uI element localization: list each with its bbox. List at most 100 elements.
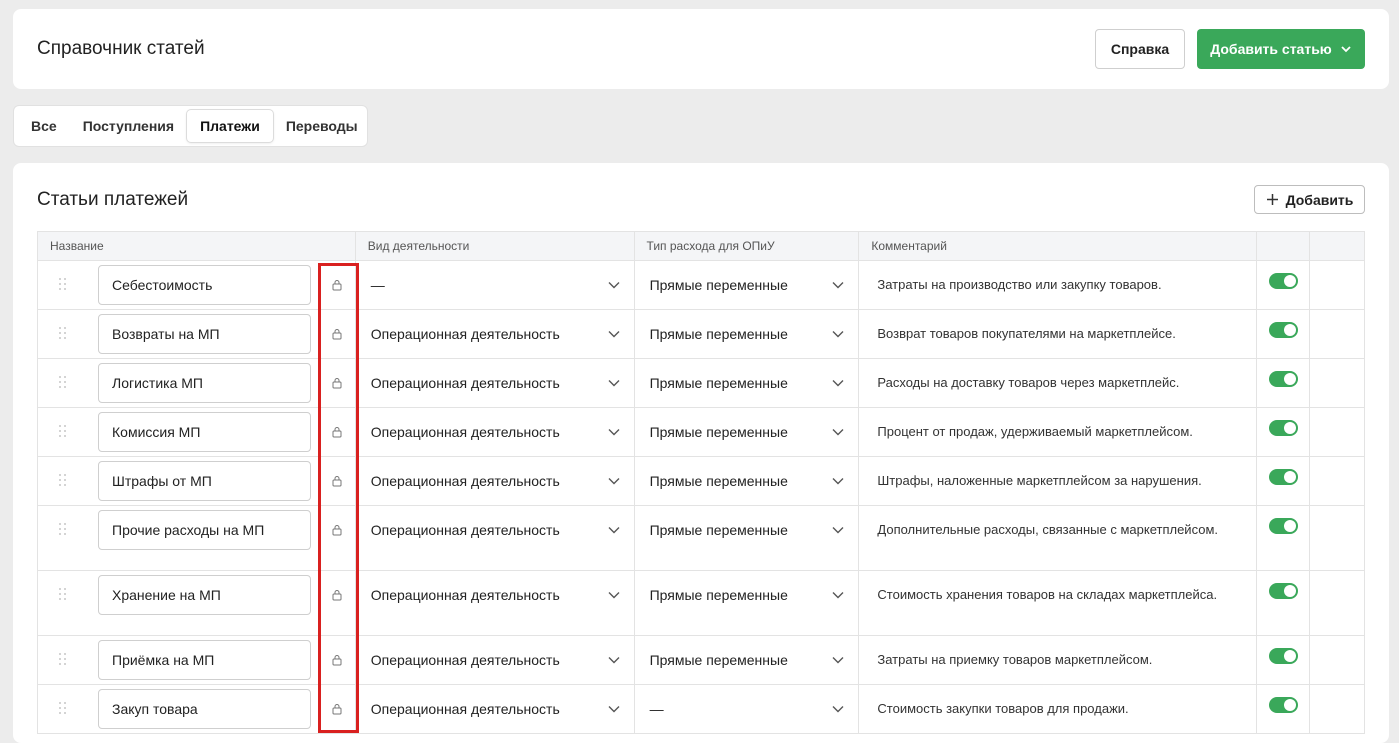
expense-type-value: —: [649, 701, 664, 717]
drag-handle-icon[interactable]: [59, 588, 69, 602]
help-button[interactable]: Справка: [1095, 29, 1185, 69]
expense-type-select[interactable]: —: [635, 685, 859, 733]
expense-type-select[interactable]: Прямые переменные: [635, 408, 859, 456]
activity-select[interactable]: Операционная деятельность: [356, 457, 634, 505]
toggle-cell: [1257, 571, 1311, 635]
name-field[interactable]: Возвраты на МП: [98, 314, 311, 354]
table-header: Название Вид деятельности Тип расхода дл…: [38, 232, 1364, 261]
name-field[interactable]: Себестоимость: [98, 265, 311, 305]
tab-income[interactable]: Поступления: [70, 110, 187, 142]
activity-select[interactable]: Операционная деятельность: [356, 408, 634, 456]
drag-handle-icon[interactable]: [59, 425, 69, 439]
activity-select[interactable]: Операционная деятельность: [356, 359, 634, 407]
page-header: Справочник статей Справка Добавить стать…: [13, 9, 1389, 89]
activity-select[interactable]: —: [356, 261, 634, 309]
comment-text[interactable]: Затраты на производство или закупку това…: [859, 261, 1256, 295]
enabled-toggle[interactable]: [1269, 420, 1299, 436]
comment-cell: Процент от продаж, удерживаемый маркетпл…: [859, 408, 1258, 456]
add-button[interactable]: Добавить: [1254, 185, 1365, 214]
activity-select[interactable]: Операционная деятельность: [356, 571, 634, 619]
name-field[interactable]: Закуп товара: [98, 689, 311, 729]
expense-type-value: Прямые переменные: [649, 587, 788, 603]
name-field[interactable]: Логистика МП: [98, 363, 311, 403]
activity-value: Операционная деятельность: [370, 375, 560, 391]
comment-text[interactable]: Процент от продаж, удерживаемый маркетпл…: [859, 408, 1256, 442]
toggle-cell: [1257, 310, 1311, 358]
comment-text[interactable]: Возврат товаров покупателями на маркетпл…: [859, 310, 1256, 344]
expense-type-value: Прямые переменные: [649, 424, 788, 440]
name-field[interactable]: Штрафы от МП: [98, 461, 311, 501]
tab-all[interactable]: Все: [18, 110, 70, 142]
name-field[interactable]: Прочие расходы на МП: [98, 510, 311, 550]
comment-text[interactable]: Дополнительные расходы, связанные с марк…: [859, 506, 1256, 540]
tab-transfers[interactable]: Переводы: [273, 110, 371, 142]
drag-handle-icon[interactable]: [59, 278, 69, 292]
chevron-down-icon: [608, 428, 620, 436]
actions-cell: [1310, 261, 1364, 309]
enabled-toggle[interactable]: [1269, 322, 1299, 338]
name-field[interactable]: Хранение на МП: [98, 575, 311, 615]
table-row: Закуп товара Операционная деятельность — Ст…: [38, 685, 1364, 734]
comment-text[interactable]: Расходы на доставку товаров через маркет…: [859, 359, 1256, 393]
add-button-label: Добавить: [1285, 191, 1354, 208]
actions-cell: [1310, 457, 1364, 505]
drag-handle-icon[interactable]: [59, 702, 69, 716]
column-header-toggle: [1257, 232, 1311, 260]
actions-cell: [1310, 636, 1364, 684]
activity-select[interactable]: Операционная деятельность: [356, 310, 634, 358]
name-field[interactable]: Приёмка на МП: [98, 640, 311, 680]
name-cell: Прочие расходы на МП: [38, 506, 356, 570]
expense-type-select[interactable]: Прямые переменные: [635, 571, 859, 619]
expense-type-select[interactable]: Прямые переменные: [635, 506, 859, 554]
activity-select[interactable]: Операционная деятельность: [356, 636, 634, 684]
enabled-toggle[interactable]: [1269, 518, 1299, 534]
drag-handle-icon[interactable]: [59, 474, 69, 488]
drag-handle-icon[interactable]: [59, 376, 69, 390]
section-title: Статьи платежей: [37, 189, 189, 210]
expense-type-select[interactable]: Прямые переменные: [635, 636, 859, 684]
activity-cell: Операционная деятельность: [356, 457, 635, 505]
comment-text[interactable]: Стоимость закупки товаров для продажи.: [859, 685, 1256, 719]
expense-type-cell: Прямые переменные: [635, 506, 860, 570]
type-tabs: Все Поступления Платежи Переводы: [13, 105, 368, 147]
enabled-toggle[interactable]: [1269, 648, 1299, 664]
actions-cell: [1310, 359, 1364, 407]
comment-text[interactable]: Стоимость хранения товаров на складах ма…: [859, 571, 1256, 605]
chevron-down-icon: [1341, 46, 1351, 53]
enabled-toggle[interactable]: [1269, 469, 1299, 485]
expense-type-value: Прямые переменные: [649, 375, 788, 391]
drag-handle-icon[interactable]: [59, 327, 69, 341]
expense-type-select[interactable]: Прямые переменные: [635, 457, 859, 505]
table-row: Комиссия МП Операционная деятельность Прям…: [38, 408, 1364, 457]
activity-select[interactable]: Операционная деятельность: [356, 685, 634, 733]
enabled-toggle[interactable]: [1269, 371, 1299, 387]
name-cell: Себестоимость: [38, 261, 356, 309]
comment-text[interactable]: Штрафы, наложенные маркетплейсом за нару…: [859, 457, 1256, 491]
expense-type-select[interactable]: Прямые переменные: [635, 310, 859, 358]
name-cell: Комиссия МП: [38, 408, 356, 456]
expense-type-cell: Прямые переменные: [635, 408, 860, 456]
enabled-toggle[interactable]: [1269, 273, 1299, 289]
activity-select[interactable]: Операционная деятельность: [356, 506, 634, 554]
comment-cell: Стоимость закупки товаров для продажи.: [859, 685, 1258, 733]
expense-type-cell: —: [635, 685, 860, 733]
toggle-cell: [1257, 506, 1311, 570]
comment-text[interactable]: Затраты на приемку товаров маркетплейсом…: [859, 636, 1256, 670]
expense-type-value: Прямые переменные: [649, 277, 788, 293]
enabled-toggle[interactable]: [1269, 583, 1299, 599]
activity-value: Операционная деятельность: [370, 652, 560, 668]
toggle-cell: [1257, 359, 1311, 407]
add-article-button[interactable]: Добавить статью: [1197, 29, 1365, 69]
chevron-down-icon: [832, 656, 844, 664]
enabled-toggle[interactable]: [1269, 697, 1299, 713]
name-cell: Хранение на МП: [38, 571, 356, 635]
tab-payments[interactable]: Платежи: [187, 110, 273, 142]
expense-type-select[interactable]: Прямые переменные: [635, 261, 859, 309]
table-row: Себестоимость — Прямые переменные Затраты н…: [38, 261, 1364, 310]
name-field[interactable]: Комиссия МП: [98, 412, 311, 452]
expense-type-value: Прямые переменные: [649, 652, 788, 668]
activity-cell: Операционная деятельность: [356, 636, 635, 684]
expense-type-select[interactable]: Прямые переменные: [635, 359, 859, 407]
drag-handle-icon[interactable]: [59, 523, 69, 537]
drag-handle-icon[interactable]: [59, 653, 69, 667]
